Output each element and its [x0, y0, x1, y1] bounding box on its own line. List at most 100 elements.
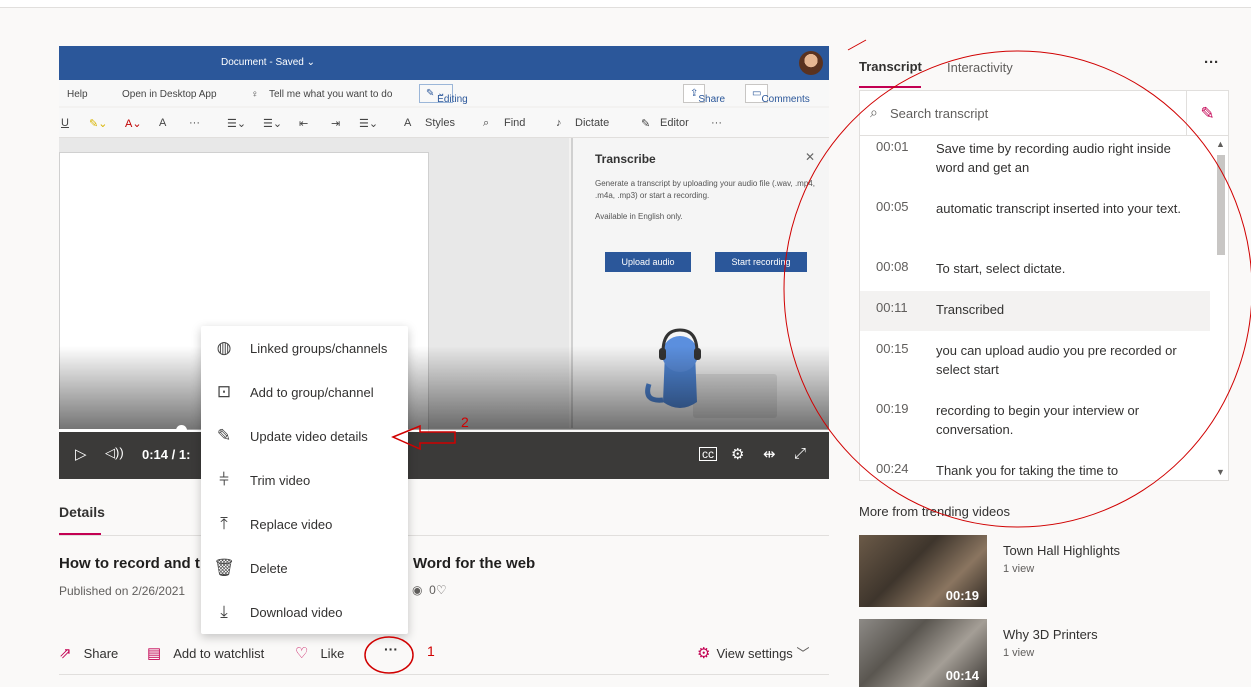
word-document-title: Document - Saved ⌄: [221, 57, 315, 68]
transcript-search-row: ⌕ ✎: [860, 91, 1228, 136]
font-color-icon: A⌄: [125, 118, 142, 130]
transcript-time: 00:24: [876, 461, 909, 476]
tab-interactivity[interactable]: Interactivity: [947, 60, 1013, 75]
add-to-watchlist-button[interactable]: ▤ Add to watchlist: [147, 644, 264, 662]
styles-icon: A: [404, 117, 412, 129]
menu-item-label: Delete: [250, 561, 288, 576]
video-thumbnail[interactable]: 00:14: [859, 619, 987, 687]
outdent-icon: ⇤: [299, 118, 309, 130]
transcript-row[interactable]: 00:15 you can upload audio you pre recor…: [860, 341, 1210, 401]
lightbulb-icon: ♀: [251, 89, 259, 100]
top-header-strip: [0, 0, 1251, 8]
share-icon: ⇗: [59, 645, 72, 662]
transcript-time: 00:19: [876, 401, 909, 416]
word-menu-help: Help: [67, 89, 88, 100]
transcript-row[interactable]: 00:05 automatic transcript inserted into…: [860, 199, 1210, 259]
transcribe-description: Generate a transcript by uploading your …: [595, 179, 815, 200]
likes-count: 0: [429, 583, 436, 597]
more-icon: ···: [711, 117, 722, 129]
align-icon: ☰⌄: [359, 118, 379, 130]
scroll-up-arrow-icon[interactable]: ▲: [1216, 139, 1225, 149]
tab-transcript[interactable]: Transcript: [859, 59, 922, 74]
published-date: Published on 2/26/2021: [59, 584, 186, 598]
transcript-text: Save time by recording audio right insid…: [936, 141, 1171, 175]
panel-more-button[interactable]: ···: [1204, 54, 1219, 71]
menu-item-update-details[interactable]: ✎ Update video details: [201, 414, 408, 458]
share-button[interactable]: ⇗ Share: [59, 644, 118, 662]
more-options-button[interactable]: ···: [380, 640, 402, 662]
fullscreen-icon[interactable]: ⤢: [794, 445, 806, 462]
underline-icon: U: [61, 117, 69, 129]
player-controls: ▷ ◁)) 0:14 / 1: cc ⚙ ⇹ ⤢: [59, 432, 829, 479]
globe-icon: ◍: [216, 338, 232, 357]
start-recording-button: Start recording: [715, 252, 807, 272]
menu-item-label: Download video: [250, 605, 343, 620]
video-duration: 00:19: [945, 588, 979, 603]
microphone-icon: ♪: [556, 117, 562, 129]
view-settings-label: View settings: [716, 646, 793, 661]
transcript-text: automatic transcript inserted into your …: [936, 201, 1181, 216]
settings-gear-icon[interactable]: ⚙: [731, 445, 744, 463]
more-format-icon: ···: [189, 117, 200, 129]
views-icon: ◉: [412, 583, 423, 597]
pencil-icon: ✎: [1200, 104, 1215, 123]
tab-indicator: [859, 86, 921, 88]
video-options-menu: ◍ Linked groups/channels ⊡ Add to group/…: [201, 326, 408, 634]
add-to-group-icon: ⊡: [216, 382, 232, 401]
menu-item-label: Update video details: [250, 429, 368, 444]
trending-video-views: 1 view: [1003, 563, 1035, 575]
word-tell-me: Tell me what you want to do: [269, 89, 393, 100]
numbering-icon: ☰⌄: [263, 118, 283, 130]
transcript-time: 00:11: [876, 300, 908, 315]
captions-icon[interactable]: cc: [699, 447, 717, 461]
transcript-row-active[interactable]: 00:11 Transcribed: [860, 291, 1210, 331]
time-separator: / 1:: [171, 447, 191, 462]
close-icon: ✕: [804, 150, 815, 164]
scroll-thumb[interactable]: [1217, 155, 1225, 255]
annotation-number-2: 2: [461, 414, 469, 430]
theater-mode-icon[interactable]: ⇹: [763, 445, 776, 463]
transcript-panel: ⌕ ✎ 00:01 Save time by recording audio r…: [859, 90, 1229, 481]
view-settings-button[interactable]: ⚙ View settings ﹀: [697, 643, 809, 662]
video-title-end: Word for the web: [413, 555, 536, 572]
details-tab[interactable]: Details: [59, 504, 105, 520]
transcript-row[interactable]: 00:01 Save time by recording audio right…: [860, 139, 1210, 199]
menu-item-linked-groups[interactable]: ◍ Linked groups/channels: [201, 326, 408, 370]
volume-icon[interactable]: ◁)): [105, 445, 124, 461]
download-icon: ⤓: [220, 602, 228, 621]
upload-audio-button: Upload audio: [605, 252, 691, 272]
video-thumbnail[interactable]: 00:19: [859, 535, 987, 607]
scroll-down-arrow-icon[interactable]: ▼: [1216, 467, 1225, 477]
transcript-scrollbar[interactable]: ▲ ▼: [1213, 137, 1228, 480]
menu-item-label: Trim video: [250, 473, 311, 488]
menu-item-download-video[interactable]: ⤓ Download video: [201, 590, 408, 634]
transcript-time: 00:01: [876, 139, 909, 154]
video-duration: 00:14: [945, 668, 979, 683]
search-transcript-input[interactable]: [890, 100, 1180, 126]
word-menu-open-desktop: Open in Desktop App: [122, 89, 217, 100]
menu-item-label: Add to group/channel: [250, 385, 374, 400]
menu-item-trim-video[interactable]: ⫩ Trim video: [201, 458, 408, 502]
find-icon: ⌕: [483, 117, 490, 129]
trending-video-title[interactable]: Why 3D Printers: [1003, 627, 1098, 642]
annotation-number-1: 1: [427, 643, 435, 659]
like-button[interactable]: ♡ Like: [295, 644, 344, 662]
edit-transcript-button[interactable]: ✎: [1186, 91, 1228, 136]
indent-icon: ⇥: [331, 118, 341, 130]
watchlist-icon: ▤: [147, 645, 162, 662]
transcript-row[interactable]: 00:19 recording to begin your interview …: [860, 401, 1210, 461]
transcribe-title: Transcribe: [595, 152, 656, 166]
menu-item-delete[interactable]: 🗑 Delete: [201, 546, 408, 590]
menu-item-add-to-group[interactable]: ⊡ Add to group/channel: [201, 370, 408, 414]
chevron-down-icon: ﹀: [796, 646, 810, 661]
word-editing-button: ✎ Editing ⌄: [419, 84, 468, 105]
menu-item-replace-video[interactable]: ⤒ Replace video: [201, 502, 408, 546]
transcript-text: Transcribed: [936, 302, 1005, 317]
trending-video-title[interactable]: Town Hall Highlights: [1003, 543, 1120, 558]
menu-item-label: Linked groups/channels: [250, 341, 388, 356]
transcript-row[interactable]: 00:24 Thank you for taking the time to: [860, 461, 1210, 480]
upload-icon: ⤒: [220, 514, 228, 533]
trim-icon: ⫩: [219, 470, 229, 489]
video-player[interactable]: Document - Saved ⌄ Help Open in Desktop …: [59, 46, 829, 479]
play-icon[interactable]: ▷: [75, 445, 87, 463]
